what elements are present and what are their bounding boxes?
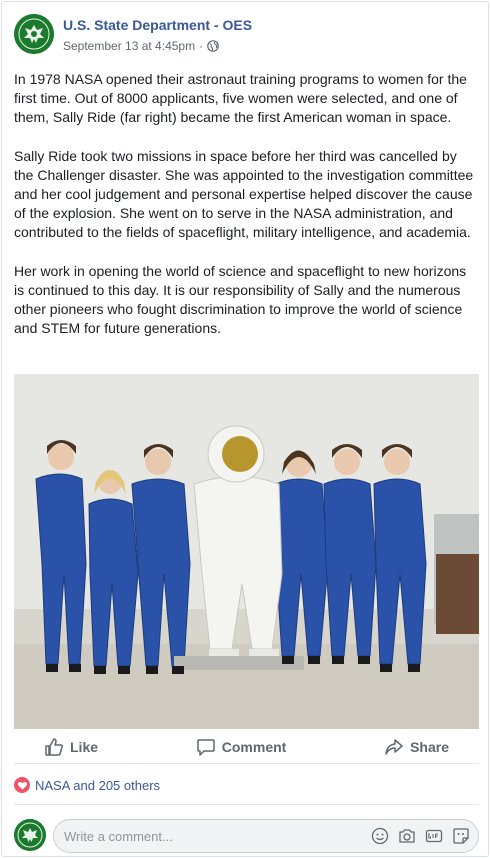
post-paragraph: Sally Ride took two missions in space be… xyxy=(14,147,474,241)
like-label: Like xyxy=(70,738,99,755)
speech-bubble-icon xyxy=(197,738,215,756)
share-button[interactable]: Share xyxy=(384,737,449,757)
post-paragraph: Her work in opening the world of science… xyxy=(14,262,467,337)
sticker-icon[interactable] xyxy=(452,827,470,845)
user-avatar xyxy=(14,819,46,851)
camera-icon[interactable] xyxy=(398,827,416,845)
emoji-icon[interactable] xyxy=(371,827,389,845)
page-avatar[interactable] xyxy=(14,14,54,54)
gif-icon[interactable] xyxy=(425,827,443,845)
comment-input[interactable] xyxy=(64,820,354,852)
heart-icon xyxy=(14,777,30,793)
comment-composer xyxy=(14,817,479,853)
comment-field-container xyxy=(53,819,479,853)
reaction-count-text[interactable]: NASA and 205 others xyxy=(35,778,160,793)
astronaut-group-photo xyxy=(14,374,479,729)
reaction-summary[interactable]: NASA and 205 others xyxy=(14,774,160,796)
post-meta: September 13 at 4:45pm · xyxy=(63,39,219,53)
comment-label: Comment xyxy=(221,738,287,755)
post-body: In 1978 NASA opened their astronaut trai… xyxy=(14,70,476,357)
post-paragraph: In 1978 NASA opened their astronaut trai… xyxy=(14,71,467,126)
share-label: Share xyxy=(410,738,449,755)
post-photo[interactable] xyxy=(14,374,479,729)
comment-tools xyxy=(371,827,470,845)
comment-button[interactable]: Comment xyxy=(196,737,287,757)
post-actions-bar: Like Comment Share xyxy=(14,730,479,764)
globe-icon[interactable] xyxy=(207,40,219,52)
seal-icon xyxy=(14,819,46,851)
post-timestamp[interactable]: September 13 at 4:45pm xyxy=(63,39,195,53)
thumbs-up-icon xyxy=(45,737,63,756)
post-card: U.S. State Department - OES September 13… xyxy=(1,1,489,857)
seal-icon xyxy=(14,14,54,54)
page-name-link[interactable]: U.S. State Department - OES xyxy=(63,17,252,33)
share-arrow-icon xyxy=(385,738,403,755)
divider xyxy=(14,804,479,805)
post-header: U.S. State Department - OES September 13… xyxy=(14,14,478,56)
meta-separator: · xyxy=(199,39,204,53)
like-button[interactable]: Like xyxy=(44,737,98,757)
